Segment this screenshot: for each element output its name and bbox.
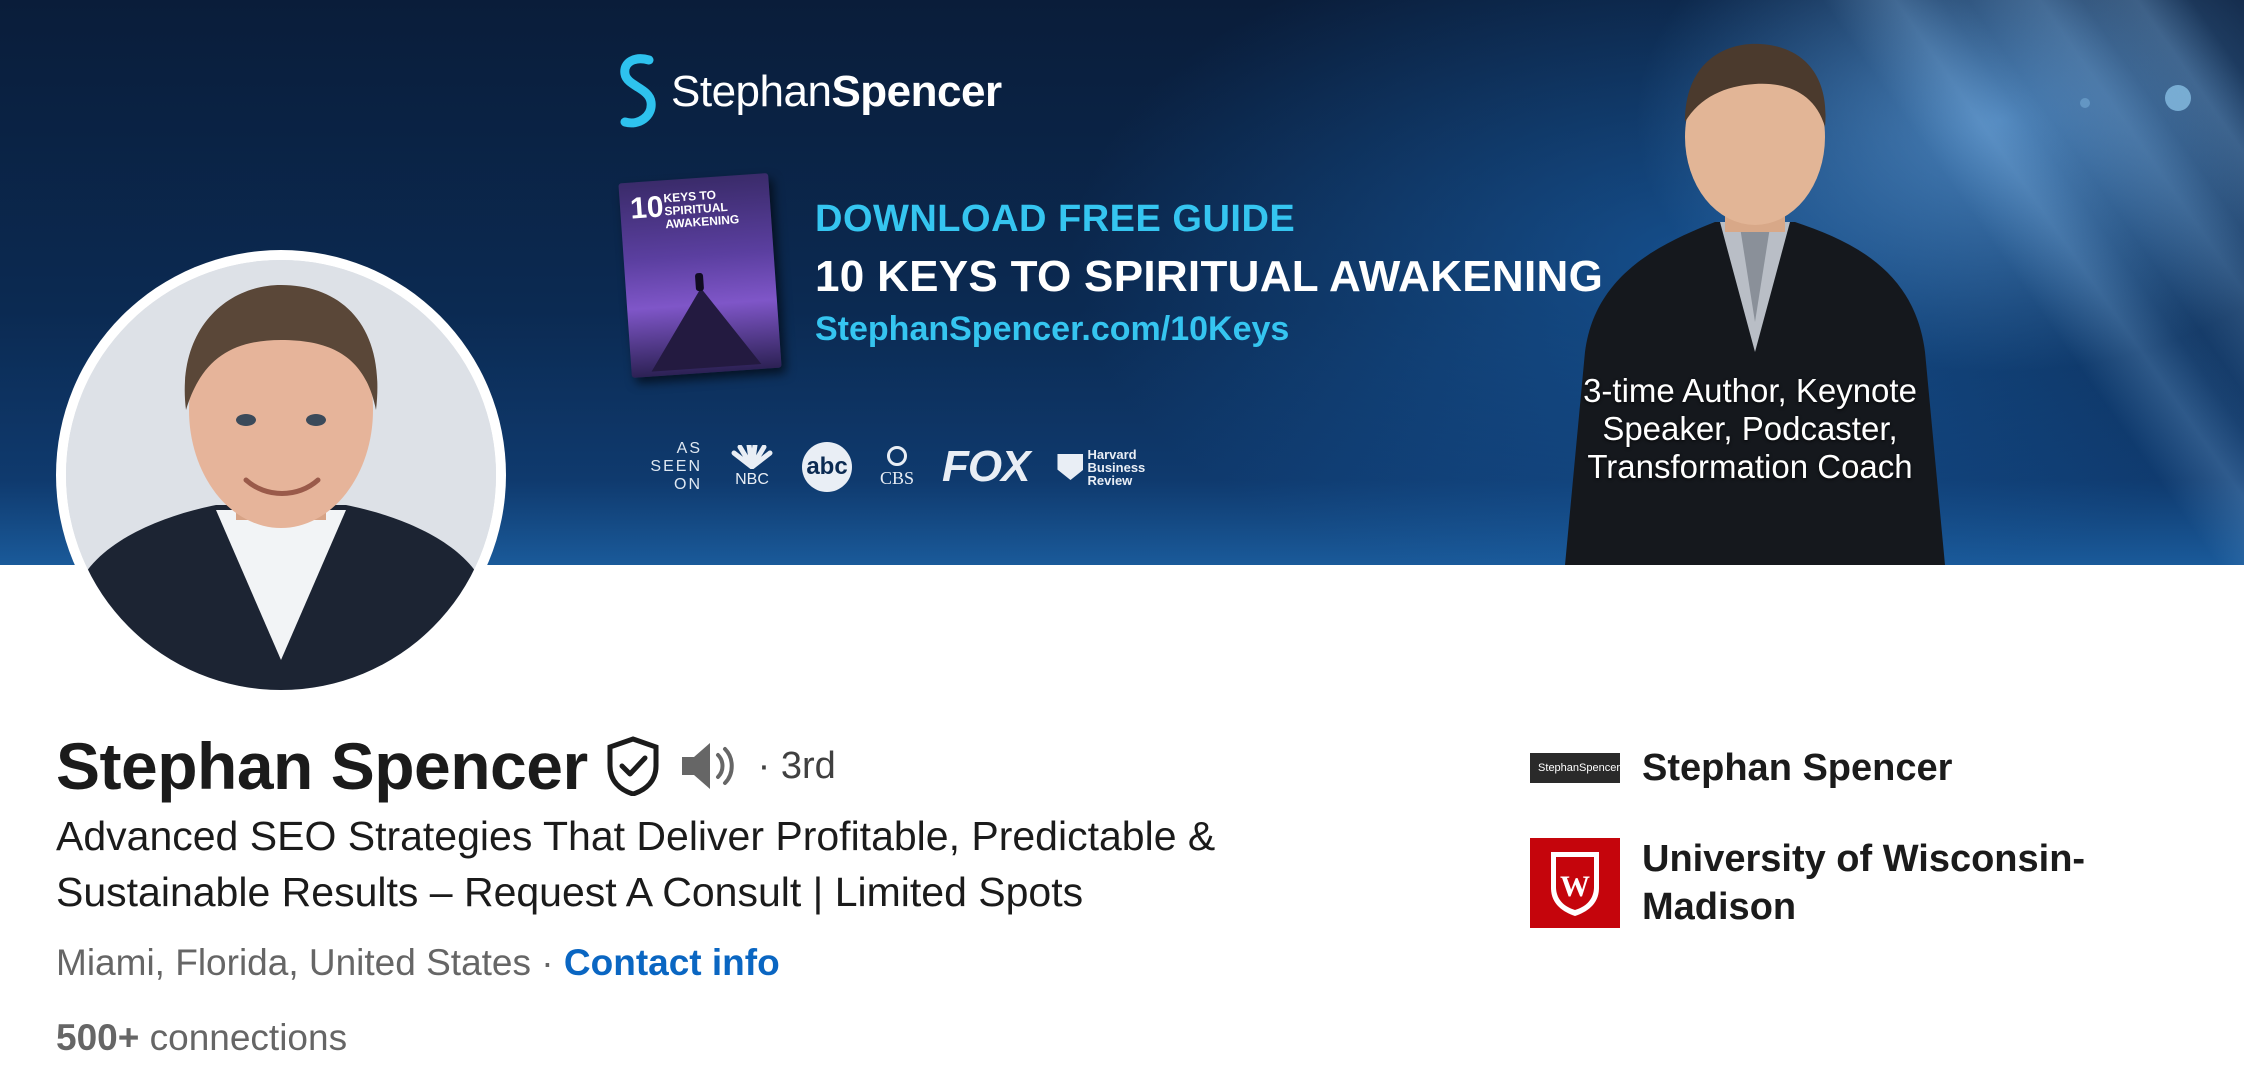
brand-logo: StephanSpencer (615, 52, 1002, 132)
connection-degree: · 3rd (757, 744, 836, 787)
connections-row[interactable]: 500+ connections (56, 1017, 347, 1059)
hbr-crest-icon (1057, 454, 1084, 480)
connections-label: connections (139, 1017, 348, 1058)
fox-logo: FOX (942, 442, 1030, 491)
avatar-photo (66, 260, 496, 690)
profile-headline: Advanced SEO Strategies That Deliver Pro… (56, 813, 1216, 915)
company-name: Stephan Spencer (1642, 747, 1953, 789)
profile-name: Stephan Spencer (56, 729, 588, 803)
profile-location: Miami, Florida, United States (56, 942, 532, 983)
svg-text:W: W (1560, 870, 1590, 903)
figure-silhouette (694, 272, 705, 292)
mountain-peak (646, 284, 762, 372)
as-seen-on-bar: AS SEEN ON NBC abc CBS FOX Harvard Busin… (622, 440, 1157, 494)
brand-s-icon (620, 54, 656, 128)
separator-dot: · (531, 942, 564, 983)
nbc-logo: NBC (730, 445, 774, 489)
stephan-spencer-logo: StephanSpencer (1530, 753, 1620, 783)
cta-title: 10 KEYS TO SPIRITUAL AWAKENING (815, 252, 1604, 301)
cta-download: DOWNLOAD FREE GUIDE (815, 198, 1296, 240)
abc-logo: abc (802, 442, 852, 492)
cta-url: StephanSpencer.com/10Keys (815, 310, 1290, 348)
location-row: Miami, Florida, United States · Contact … (56, 942, 780, 984)
book-title: KEYS TO SPIRITUAL AWAKENING (663, 187, 740, 232)
profile-name-row: Stephan Spencer · 3rd (56, 728, 836, 804)
uw-madison-crest: W (1530, 838, 1620, 928)
book-number: 10 (629, 190, 665, 226)
brand-name: StephanSpencer (671, 67, 1002, 116)
contact-info-link[interactable]: Contact info (564, 942, 780, 983)
peacock-icon (731, 445, 773, 469)
education-item[interactable]: W University of Wisconsin-Madison (1530, 835, 2102, 931)
verified-shield-icon[interactable] (606, 736, 660, 796)
light-orb (2080, 98, 2090, 108)
as-seen-on-label: AS SEEN ON (650, 440, 702, 493)
name-pronunciation-speaker-icon[interactable] (678, 739, 740, 793)
hbr-logo: Harvard Business Review (1057, 448, 1157, 487)
uw-crest-icon: W (1551, 852, 1599, 916)
banner-tagline: 3-time Author, Keynote Speaker, Podcaste… (1583, 372, 1917, 485)
current-company-item[interactable]: StephanSpencer Stephan Spencer (1530, 744, 1952, 792)
connections-count: 500+ (56, 1017, 140, 1058)
cbs-logo: CBS (880, 445, 914, 489)
light-orb (2165, 85, 2191, 111)
avatar-portrait (66, 260, 496, 690)
cbs-eye-icon (887, 445, 908, 466)
profile-avatar[interactable] (56, 250, 506, 700)
guide-book-cover: 10 KEYS TO SPIRITUAL AWAKENING (618, 173, 782, 378)
school-name: University of Wisconsin-Madison (1642, 838, 2086, 928)
